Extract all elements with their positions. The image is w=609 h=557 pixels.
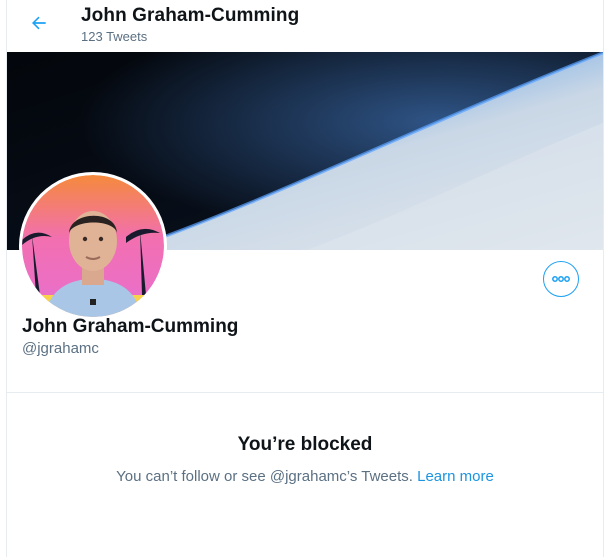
avatar[interactable] (19, 172, 167, 320)
tweet-count: 123 Tweets (81, 29, 148, 44)
learn-more-link[interactable]: Learn more (417, 468, 494, 485)
more-options-button[interactable] (543, 261, 579, 297)
back-button[interactable] (25, 9, 53, 37)
profile-name: John Graham-Cumming (22, 316, 239, 337)
more-horizontal-icon (552, 276, 570, 282)
avatar-image (22, 175, 164, 317)
profile-handle: @jgrahamc (22, 340, 99, 357)
arrow-left-icon (32, 16, 46, 30)
divider (7, 392, 603, 393)
blocked-message: You can’t follow or see @jgrahamc’s Twee… (7, 468, 603, 485)
blocked-message-text: You can’t follow or see @jgrahamc’s Twee… (116, 468, 413, 485)
profile-column: John Graham-Cumming 123 Tweets John Grah… (6, 0, 604, 557)
profile-header: John Graham-Cumming 123 Tweets (7, 0, 603, 52)
blocked-title: You’re blocked (237, 434, 373, 455)
header-title: John Graham-Cumming (81, 5, 300, 26)
